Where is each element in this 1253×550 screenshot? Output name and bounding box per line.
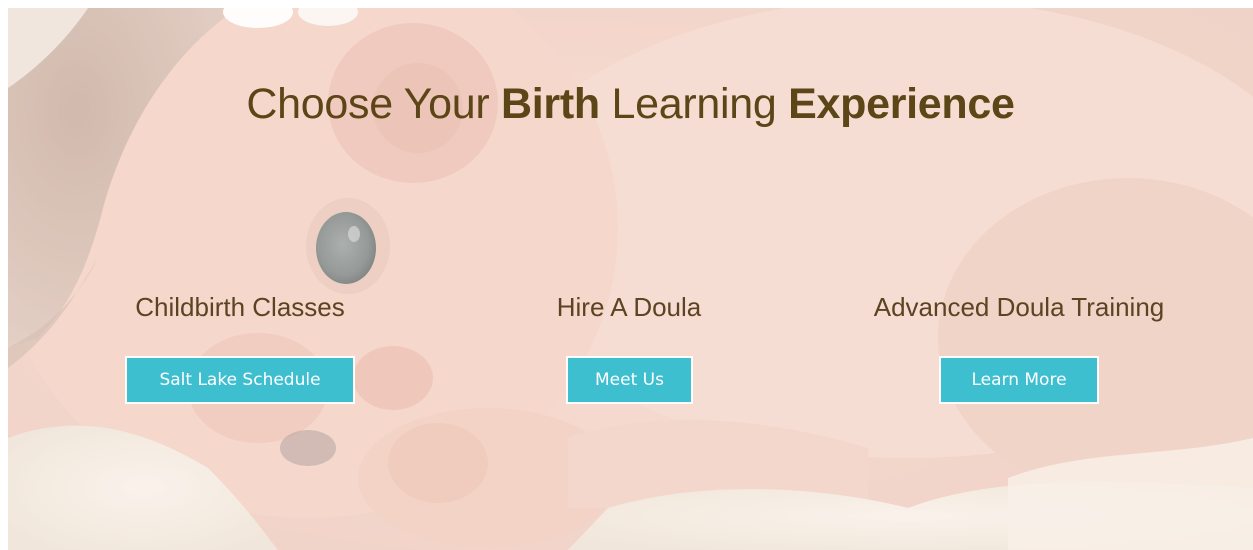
childbirth-classes-heading: Childbirth Classes [135, 292, 345, 322]
hero-title-word-birth: Birth [501, 80, 600, 128]
learn-more-button[interactable]: Learn More [939, 356, 1099, 404]
hero-title-word-choose-your: Choose Your [246, 80, 490, 128]
hero-banner: Choose Your Birth Learning Experience Ch… [8, 8, 1253, 550]
hero-title: Choose Your Birth Learning Experience [8, 80, 1253, 129]
hero-title-word-learning: Learning [611, 80, 777, 128]
advanced-doula-training-heading: Advanced Doula Training [873, 292, 1165, 322]
hero-title-word-experience: Experience [788, 80, 1015, 128]
salt-lake-schedule-button[interactable]: Salt Lake Schedule [125, 356, 355, 404]
meet-us-button[interactable]: Meet Us [566, 356, 693, 404]
hire-a-doula-heading: Hire A Doula [556, 292, 702, 322]
